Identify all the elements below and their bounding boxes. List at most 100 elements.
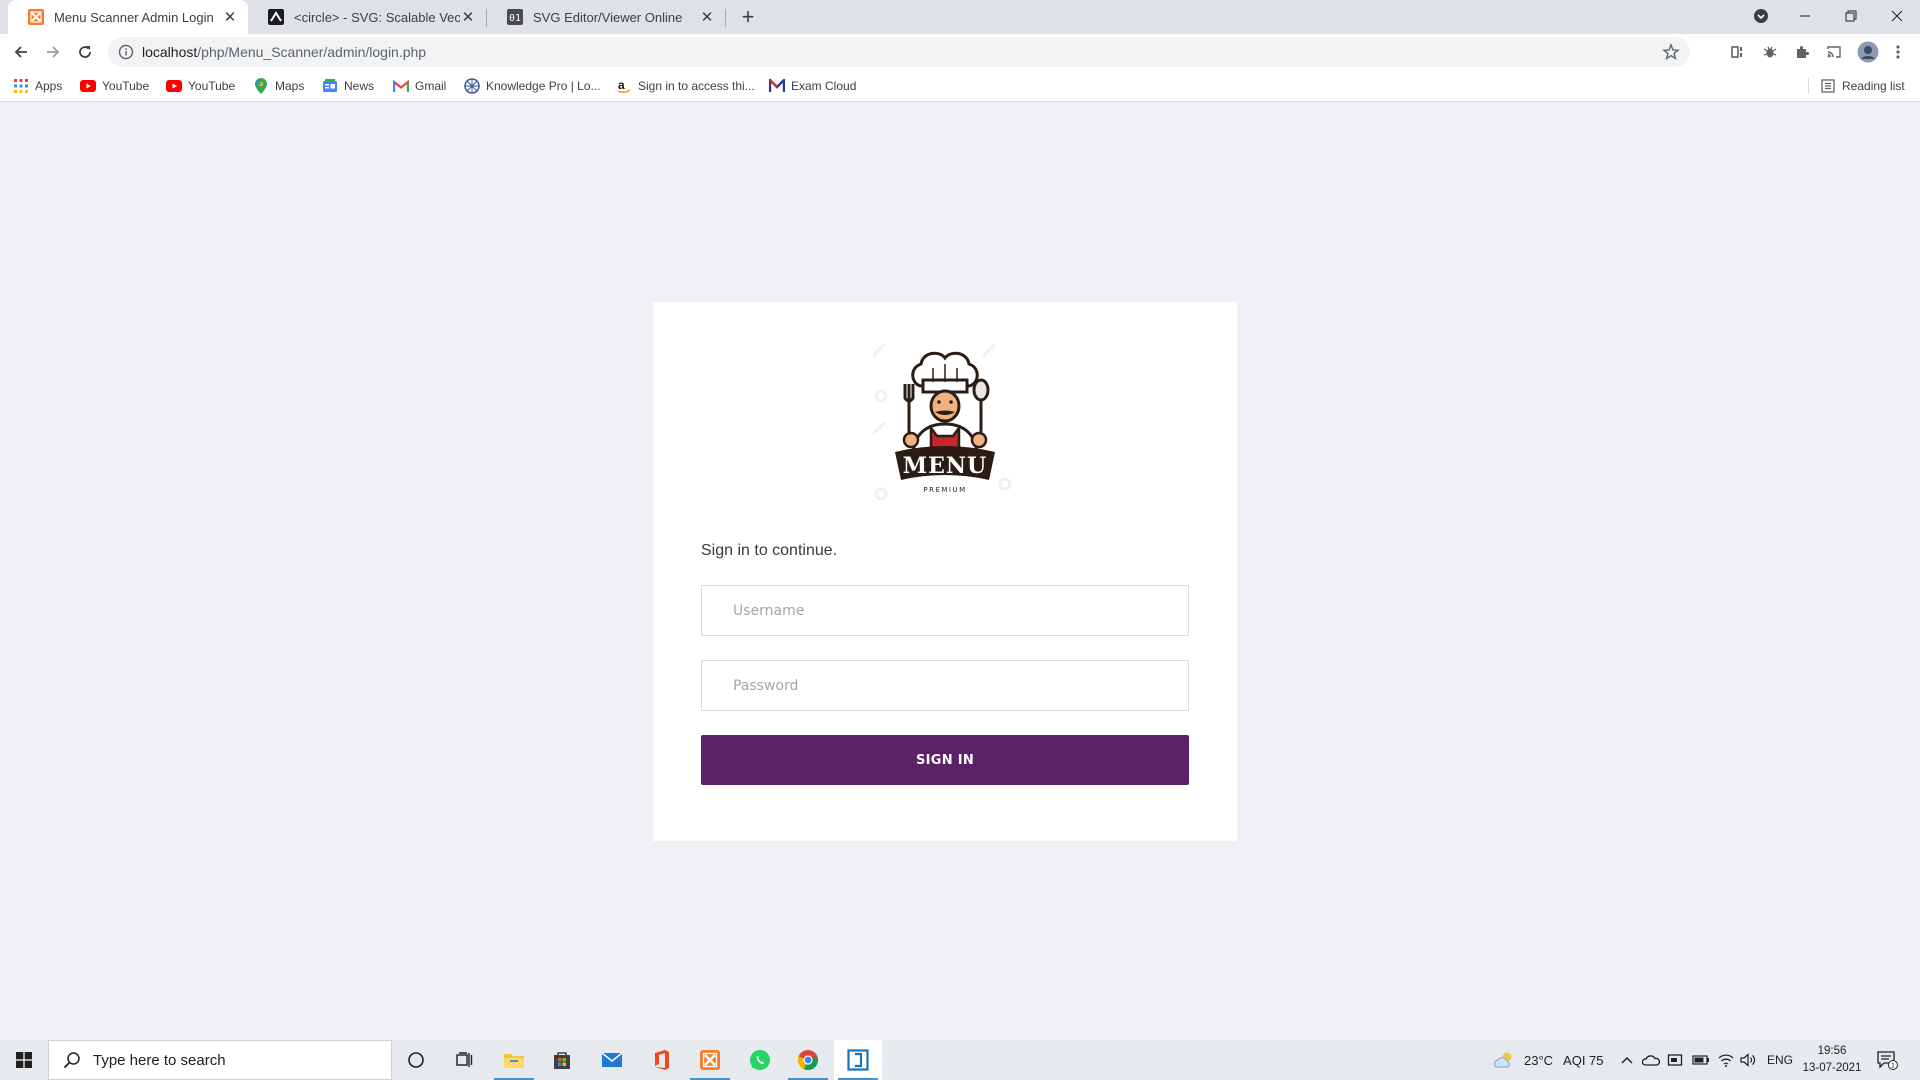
apps-grid-icon <box>13 78 29 94</box>
gmail-icon <box>393 78 409 94</box>
notification-icon: 1 <box>1877 1051 1898 1070</box>
tab-strip: Menu Scanner Admin Login ✕ <circle> - SV… <box>0 0 1920 34</box>
chevron-up-icon <box>1621 1056 1633 1064</box>
taskbar-code-editor[interactable] <box>834 1040 882 1080</box>
reading-list-icon <box>1820 78 1836 94</box>
bookmark-youtube[interactable]: YouTube <box>166 78 235 94</box>
close-icon[interactable]: ✕ <box>460 9 476 26</box>
restore-icon <box>1845 10 1857 22</box>
taskbar-store[interactable] <box>538 1040 586 1080</box>
tab-svg-editor-viewer[interactable]: 01 SVG Editor/Viewer Online ✕ <box>487 0 725 34</box>
air-quality-index: AQI 75 <box>1563 1052 1604 1068</box>
notification-center-button[interactable]: 1 <box>1876 1040 1898 1080</box>
svg-text:a: a <box>618 79 625 92</box>
tab-title: <circle> - SVG: Scalable Vector G <box>294 9 460 25</box>
forward-button[interactable] <box>39 38 67 66</box>
cortana-button[interactable] <box>392 1040 440 1080</box>
bookmark-apps[interactable]: Apps <box>13 78 62 94</box>
taskbar-search-box[interactable]: Type here to search <box>48 1040 392 1080</box>
reading-list-button[interactable]: Reading list <box>1820 78 1905 94</box>
taskbar-mail[interactable] <box>588 1040 636 1080</box>
bookmark-label: YouTube <box>102 79 150 93</box>
tab-svg-circle-mdn[interactable]: <circle> - SVG: Scalable Vector G ✕ <box>248 0 486 34</box>
taskbar-whatsapp[interactable] <box>736 1040 784 1080</box>
url-host: localhost <box>142 44 198 60</box>
browser-toolbar: localhost/php/Menu_Scanner/admin/login.p… <box>0 34 1920 70</box>
volume-tray[interactable] <box>1740 1040 1756 1080</box>
avatar-icon <box>1857 41 1879 63</box>
network-tray[interactable] <box>1718 1040 1734 1080</box>
wifi-icon <box>1718 1054 1734 1067</box>
tray-window-icon <box>1667 1054 1683 1066</box>
bookmark-star-icon[interactable] <box>1662 43 1680 61</box>
system-clock[interactable]: 19:56 13-07-2021 <box>1795 1043 1869 1077</box>
extension-bug-button[interactable] <box>1760 42 1780 62</box>
language-indicator[interactable]: ENG <box>1767 1040 1793 1080</box>
profile-avatar[interactable] <box>1856 40 1880 64</box>
youtube-icon <box>80 78 96 94</box>
windows-taskbar: Type here to search 23°C AQI 75 ENG 19:5… <box>0 1040 1920 1080</box>
tab-menu-scanner-admin-login[interactable]: Menu Scanner Admin Login ✕ <box>8 0 248 34</box>
taskbar-xampp[interactable] <box>686 1040 734 1080</box>
url-text: localhost/php/Menu_Scanner/admin/login.p… <box>142 44 426 60</box>
bookmarks-bar: Apps YouTube YouTube Maps News Gmail Kno… <box>0 70 1920 102</box>
restore-button[interactable] <box>1828 0 1874 32</box>
more-vertical-icon <box>1896 45 1900 59</box>
tray-app-icon[interactable] <box>1667 1040 1683 1080</box>
bookmark-knowledge-pro[interactable]: Knowledge Pro | Lo... <box>464 78 601 94</box>
password-field[interactable] <box>701 660 1189 711</box>
back-button[interactable] <box>7 38 35 66</box>
mail-envelope-icon <box>601 1052 623 1067</box>
cast-button[interactable] <box>1824 42 1844 62</box>
close-window-button[interactable] <box>1874 0 1920 32</box>
close-icon[interactable]: ✕ <box>222 9 238 26</box>
close-icon[interactable]: ✕ <box>699 9 715 26</box>
onedrive-tray[interactable] <box>1642 1040 1660 1080</box>
folder-icon <box>504 1054 524 1068</box>
info-icon[interactable] <box>118 44 134 60</box>
login-card: MENU PREMIUM Sign in to continue. SIGN I… <box>653 302 1237 841</box>
new-tab-button[interactable]: + <box>736 4 760 29</box>
taskbar-file-explorer[interactable] <box>490 1040 538 1080</box>
extension-icon <box>1731 46 1742 58</box>
bookmark-exam-cloud[interactable]: Exam Cloud <box>769 78 856 94</box>
task-view-button[interactable] <box>440 1040 488 1080</box>
search-placeholder: Type here to search <box>93 1051 226 1069</box>
bookmark-youtube[interactable]: YouTube <box>80 78 149 94</box>
arrow-right-icon <box>47 46 60 58</box>
cast-icon <box>1827 46 1841 58</box>
mdn-icon <box>268 9 284 25</box>
puzzle-icon <box>1797 46 1809 58</box>
tab-search-button[interactable] <box>1738 0 1784 32</box>
weather-widget[interactable]: 23°C AQI 75 <box>1492 1040 1604 1080</box>
tab-separator <box>725 9 726 27</box>
battery-tray[interactable] <box>1692 1040 1710 1080</box>
show-hidden-icons-button[interactable] <box>1620 1040 1634 1080</box>
partly-cloudy-icon <box>1494 1052 1512 1068</box>
chevron-down-circle-icon <box>1754 9 1768 23</box>
extensions-button[interactable] <box>1792 42 1812 62</box>
browser-menu-button[interactable] <box>1888 42 1908 62</box>
reading-list-label: Reading list <box>1842 79 1905 93</box>
bookmark-maps[interactable]: Maps <box>253 78 304 94</box>
bookmark-amazon-sign-in[interactable]: a Sign in to access thi... <box>616 78 755 94</box>
task-view-icon <box>456 1052 473 1067</box>
battery-icon <box>1692 1055 1709 1065</box>
reload-button[interactable] <box>71 38 99 66</box>
taskbar-office[interactable] <box>638 1040 686 1080</box>
chrome-icon <box>797 1050 818 1071</box>
minimize-button[interactable] <box>1782 0 1828 32</box>
taskbar-chrome[interactable] <box>784 1040 832 1080</box>
bookmark-label: Gmail <box>415 79 447 93</box>
logo-subtext: PREMIUM <box>923 486 966 494</box>
extension-translate-button[interactable] <box>1728 42 1748 62</box>
bookmark-gmail[interactable]: Gmail <box>393 78 446 94</box>
amazon-icon: a <box>616 78 632 94</box>
maps-pin-icon <box>253 78 269 94</box>
start-button[interactable] <box>0 1040 48 1080</box>
username-field[interactable] <box>701 585 1189 636</box>
bookmark-label: Exam Cloud <box>791 79 857 93</box>
bookmark-news[interactable]: News <box>322 78 374 94</box>
address-bar[interactable]: localhost/php/Menu_Scanner/admin/login.p… <box>108 37 1690 67</box>
sign-in-button[interactable]: SIGN IN <box>701 735 1189 785</box>
